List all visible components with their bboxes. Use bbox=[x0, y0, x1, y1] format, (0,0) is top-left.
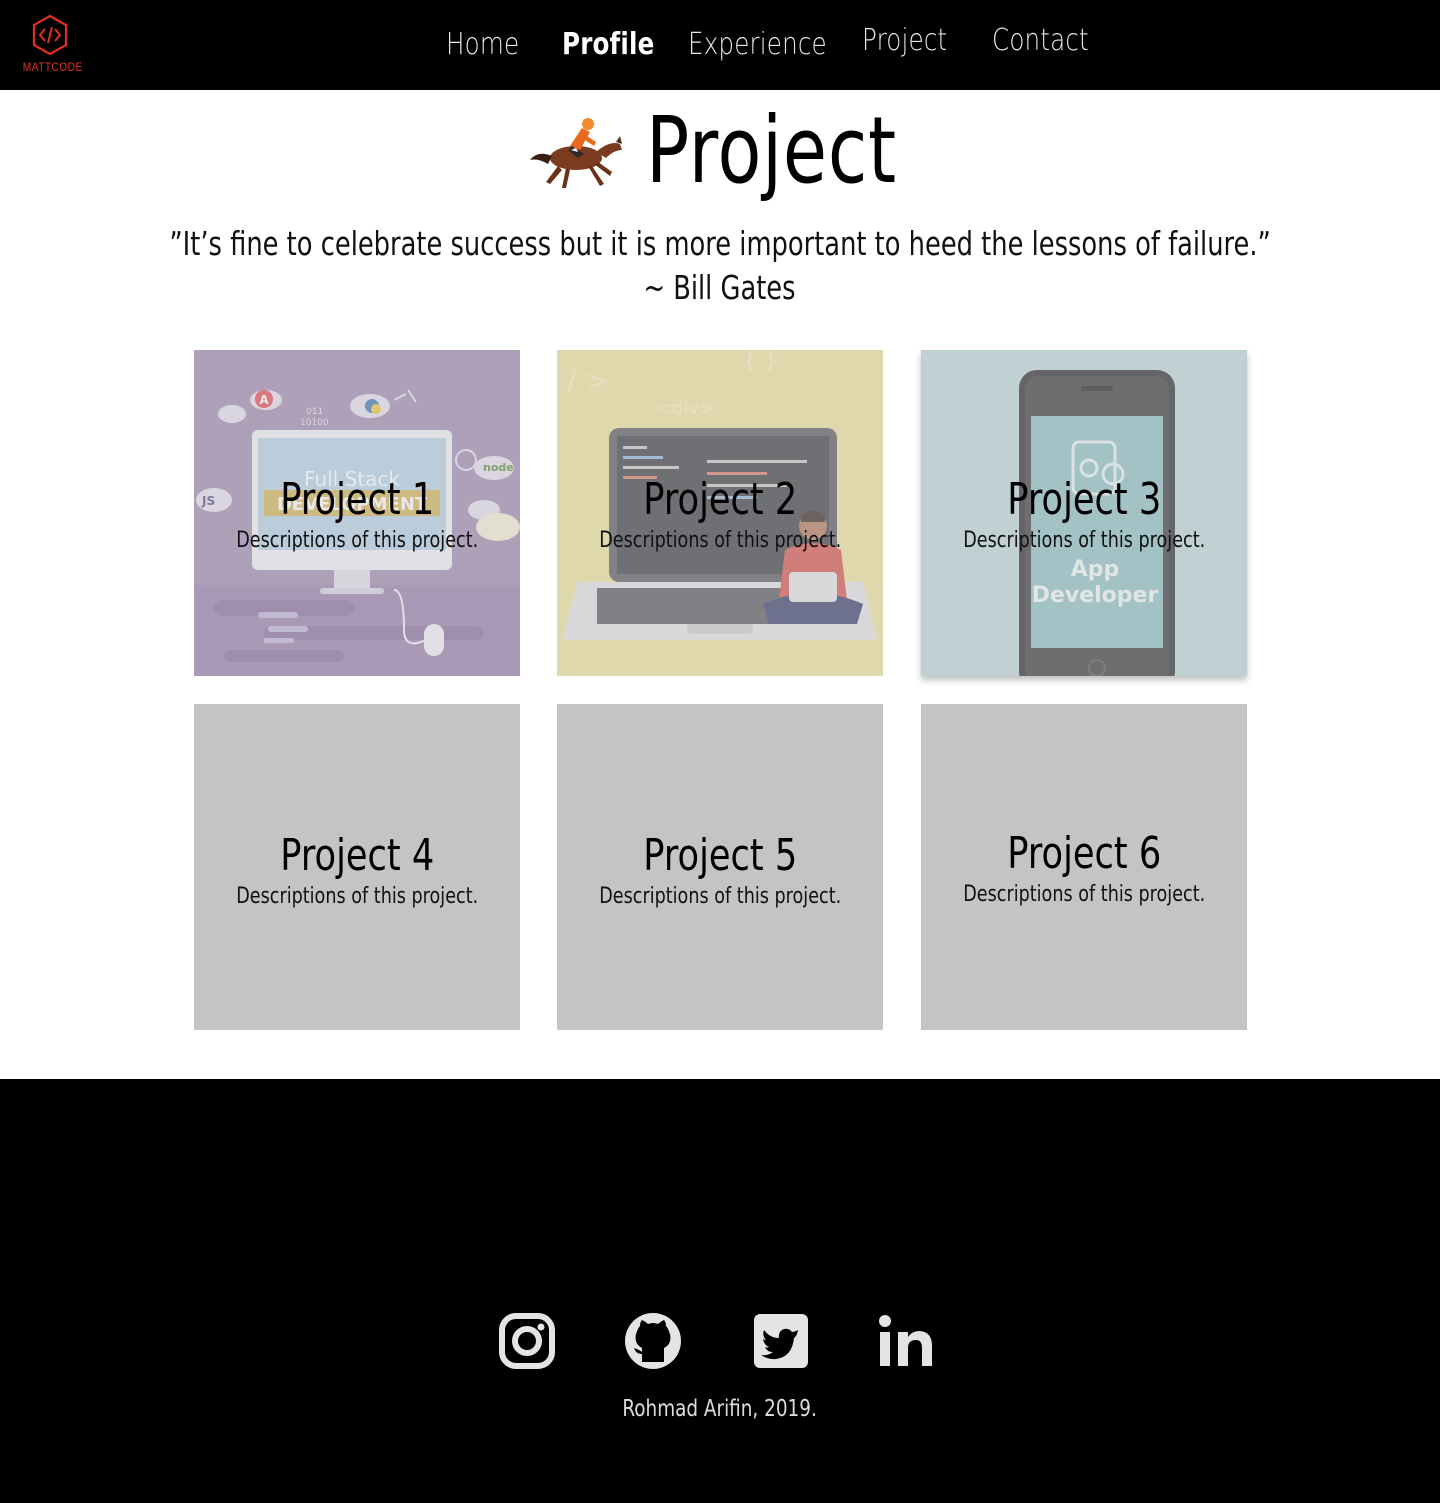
project-description: Descriptions of this project. bbox=[236, 528, 478, 553]
project-title: Project 6 bbox=[1006, 828, 1162, 879]
code-hexagon-icon bbox=[32, 14, 68, 56]
nav-contact-link[interactable]: Contact bbox=[992, 23, 1089, 58]
brand-logo[interactable]: MATTCODE bbox=[18, 14, 82, 80]
project-card-4[interactable]: Project 4 Descriptions of this project. bbox=[194, 704, 520, 1030]
footer-credit: Rohmad Arifin, 2019. bbox=[0, 1396, 1440, 1422]
project-title: Project 5 bbox=[642, 830, 798, 881]
nav-home-link[interactable]: Home bbox=[446, 27, 519, 62]
project-title: Project 3 bbox=[1006, 474, 1162, 525]
project-card-1[interactable]: A node JS 011 10100 Full Stack DEVELOPME… bbox=[194, 350, 520, 676]
project-title: Project 4 bbox=[279, 830, 435, 881]
brand-name: MATTCODE bbox=[22, 60, 83, 74]
horse-racing-icon bbox=[530, 118, 622, 188]
project-description: Descriptions of this project. bbox=[236, 884, 478, 909]
twitter-icon[interactable] bbox=[752, 1312, 810, 1370]
project-card-3[interactable]: App Developer Project 3 Descriptions of … bbox=[921, 350, 1247, 676]
page-title: Project bbox=[646, 97, 897, 204]
project-title: Project 1 bbox=[279, 474, 435, 525]
navbar: MATTCODE Home Profile Experience Project… bbox=[0, 0, 1440, 90]
project-description: Descriptions of this project. bbox=[599, 528, 841, 553]
project-description: Descriptions of this project. bbox=[963, 528, 1205, 553]
project-card-5[interactable]: Project 5 Descriptions of this project. bbox=[557, 704, 883, 1030]
footer bbox=[0, 1079, 1440, 1503]
quote-text: ”It’s fine to celebrate success but it i… bbox=[169, 224, 1271, 263]
page-header: Project bbox=[0, 100, 1440, 210]
project-description: Descriptions of this project. bbox=[963, 882, 1205, 907]
quote-author: ~ Bill Gates bbox=[643, 268, 797, 307]
project-description: Descriptions of this project. bbox=[599, 884, 841, 909]
project-title: Project 2 bbox=[642, 474, 798, 525]
linkedin-icon[interactable] bbox=[876, 1312, 934, 1370]
github-icon[interactable] bbox=[624, 1312, 682, 1370]
project-card-2[interactable]: <div> { } / > Project 2 Descriptions of … bbox=[557, 350, 883, 676]
project-card-6[interactable]: Project 6 Descriptions of this project. bbox=[921, 704, 1247, 1030]
nav-profile-link[interactable]: Profile bbox=[562, 27, 654, 62]
nav-experience-link[interactable]: Experience bbox=[688, 27, 827, 62]
instagram-icon[interactable] bbox=[498, 1312, 556, 1370]
nav-project-link[interactable]: Project bbox=[862, 23, 947, 58]
copyright-text: Rohmad Arifin, 2019. bbox=[622, 1396, 818, 1422]
page-quote: ”It’s fine to celebrate success but it i… bbox=[0, 222, 1440, 310]
